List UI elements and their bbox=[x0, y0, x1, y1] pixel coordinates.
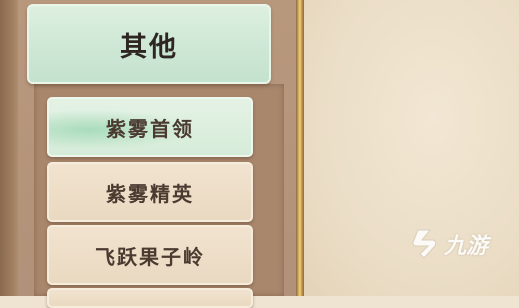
category-title: 其他 bbox=[120, 31, 178, 63]
list-item-fruit-ridge[interactable]: 飞跃果子岭 bbox=[47, 225, 253, 285]
gold-divider bbox=[296, 0, 304, 296]
list-item-elite[interactable]: 紫雾精英 bbox=[47, 162, 253, 222]
list-item-label: 飞跃果子岭 bbox=[95, 244, 205, 269]
list-item-partial[interactable] bbox=[47, 288, 253, 308]
nine-game-logo-icon bbox=[412, 229, 437, 259]
list-item-boss[interactable]: 紫雾首领 bbox=[47, 97, 253, 157]
category-tab-other[interactable]: 其他 bbox=[27, 4, 271, 84]
watermark-logo: 九游 bbox=[410, 224, 488, 264]
watermark-text: 九游 bbox=[444, 234, 489, 259]
list-item-label: 紫雾首领 bbox=[106, 116, 194, 141]
list-item-label: 紫雾精英 bbox=[106, 181, 194, 206]
